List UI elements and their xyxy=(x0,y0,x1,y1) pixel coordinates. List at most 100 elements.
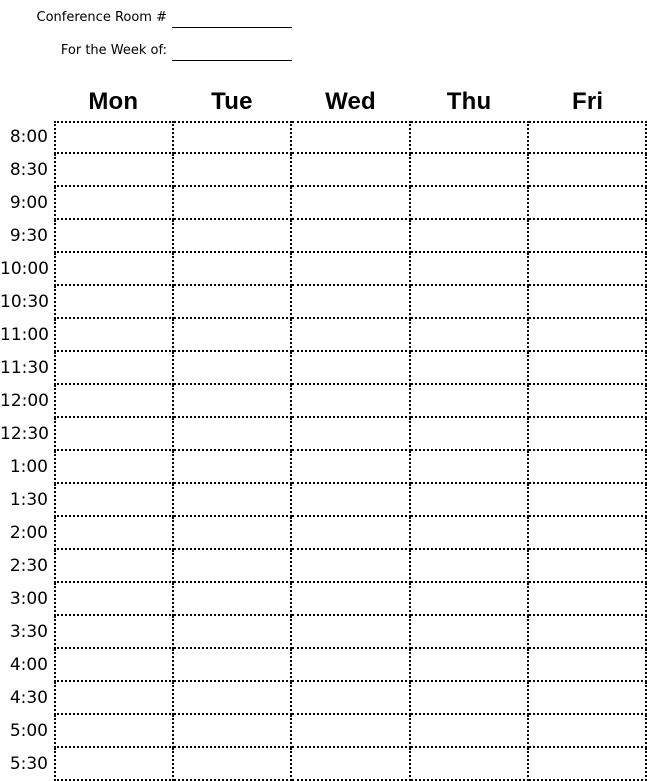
schedule-cell-mon-300[interactable] xyxy=(54,583,175,616)
schedule-cell-tue-800[interactable] xyxy=(174,121,293,154)
schedule-cell-fri-430[interactable] xyxy=(528,682,647,715)
schedule-cell-tue-900[interactable] xyxy=(174,187,293,220)
schedule-cell-fri-200[interactable] xyxy=(528,517,647,550)
schedule-cell-wed-1230[interactable] xyxy=(292,418,411,451)
schedule-cell-fri-400[interactable] xyxy=(528,649,647,682)
schedule-cell-tue-130[interactable] xyxy=(174,484,293,517)
schedule-cell-wed-230[interactable] xyxy=(292,550,411,583)
schedule-cell-mon-100[interactable] xyxy=(54,451,175,484)
schedule-cell-wed-200[interactable] xyxy=(292,517,411,550)
schedule-cell-tue-330[interactable] xyxy=(174,616,293,649)
schedule-cell-fri-1030[interactable] xyxy=(528,286,647,319)
schedule-cell-tue-500[interactable] xyxy=(174,715,293,748)
schedule-cell-thu-1130[interactable] xyxy=(410,352,529,385)
schedule-cell-mon-900[interactable] xyxy=(54,187,175,220)
schedule-cell-thu-230[interactable] xyxy=(410,550,529,583)
schedule-cell-thu-930[interactable] xyxy=(410,220,529,253)
schedule-cell-wed-300[interactable] xyxy=(292,583,411,616)
schedule-cell-fri-1200[interactable] xyxy=(528,385,647,418)
schedule-cell-mon-1000[interactable] xyxy=(54,253,175,286)
schedule-cell-tue-930[interactable] xyxy=(174,220,293,253)
schedule-cell-fri-830[interactable] xyxy=(528,154,647,187)
schedule-cell-fri-130[interactable] xyxy=(528,484,647,517)
schedule-cell-mon-330[interactable] xyxy=(54,616,175,649)
schedule-cell-fri-500[interactable] xyxy=(528,715,647,748)
schedule-cell-mon-830[interactable] xyxy=(54,154,175,187)
schedule-cell-mon-930[interactable] xyxy=(54,220,175,253)
schedule-cell-mon-1230[interactable] xyxy=(54,418,175,451)
schedule-cell-wed-400[interactable] xyxy=(292,649,411,682)
schedule-cell-fri-1230[interactable] xyxy=(528,418,647,451)
schedule-cell-mon-800[interactable] xyxy=(54,121,175,154)
schedule-cell-wed-1000[interactable] xyxy=(292,253,411,286)
schedule-cell-thu-530[interactable] xyxy=(410,748,529,781)
schedule-cell-mon-430[interactable] xyxy=(54,682,175,715)
schedule-cell-fri-1000[interactable] xyxy=(528,253,647,286)
schedule-cell-fri-530[interactable] xyxy=(528,748,647,781)
schedule-cell-wed-800[interactable] xyxy=(292,121,411,154)
schedule-cell-tue-1100[interactable] xyxy=(174,319,293,352)
schedule-cell-thu-100[interactable] xyxy=(410,451,529,484)
schedule-cell-wed-1200[interactable] xyxy=(292,385,411,418)
schedule-cell-mon-400[interactable] xyxy=(54,649,175,682)
schedule-cell-thu-130[interactable] xyxy=(410,484,529,517)
schedule-cell-wed-100[interactable] xyxy=(292,451,411,484)
schedule-cell-fri-930[interactable] xyxy=(528,220,647,253)
schedule-cell-thu-430[interactable] xyxy=(410,682,529,715)
schedule-cell-mon-130[interactable] xyxy=(54,484,175,517)
schedule-cell-thu-1030[interactable] xyxy=(410,286,529,319)
schedule-cell-tue-830[interactable] xyxy=(174,154,293,187)
schedule-cell-tue-230[interactable] xyxy=(174,550,293,583)
schedule-cell-fri-330[interactable] xyxy=(528,616,647,649)
schedule-cell-tue-1030[interactable] xyxy=(174,286,293,319)
schedule-cell-wed-1100[interactable] xyxy=(292,319,411,352)
schedule-cell-tue-200[interactable] xyxy=(174,517,293,550)
schedule-cell-fri-100[interactable] xyxy=(528,451,647,484)
week-of-input[interactable] xyxy=(172,44,292,61)
schedule-cell-wed-1030[interactable] xyxy=(292,286,411,319)
schedule-cell-fri-300[interactable] xyxy=(528,583,647,616)
schedule-cell-tue-1130[interactable] xyxy=(174,352,293,385)
schedule-cell-mon-200[interactable] xyxy=(54,517,175,550)
schedule-cell-fri-230[interactable] xyxy=(528,550,647,583)
schedule-cell-thu-330[interactable] xyxy=(410,616,529,649)
schedule-cell-tue-430[interactable] xyxy=(174,682,293,715)
schedule-cell-mon-1100[interactable] xyxy=(54,319,175,352)
schedule-cell-fri-1100[interactable] xyxy=(528,319,647,352)
schedule-cell-wed-130[interactable] xyxy=(292,484,411,517)
schedule-cell-thu-830[interactable] xyxy=(410,154,529,187)
schedule-cell-wed-330[interactable] xyxy=(292,616,411,649)
schedule-cell-wed-500[interactable] xyxy=(292,715,411,748)
schedule-cell-thu-400[interactable] xyxy=(410,649,529,682)
schedule-cell-wed-430[interactable] xyxy=(292,682,411,715)
schedule-cell-wed-930[interactable] xyxy=(292,220,411,253)
schedule-cell-wed-530[interactable] xyxy=(292,748,411,781)
schedule-cell-wed-1130[interactable] xyxy=(292,352,411,385)
schedule-cell-mon-530[interactable] xyxy=(54,748,175,781)
schedule-cell-tue-1200[interactable] xyxy=(174,385,293,418)
schedule-cell-mon-1130[interactable] xyxy=(54,352,175,385)
schedule-cell-wed-830[interactable] xyxy=(292,154,411,187)
schedule-cell-fri-900[interactable] xyxy=(528,187,647,220)
schedule-cell-tue-300[interactable] xyxy=(174,583,293,616)
schedule-cell-mon-500[interactable] xyxy=(54,715,175,748)
schedule-cell-thu-1000[interactable] xyxy=(410,253,529,286)
schedule-cell-tue-400[interactable] xyxy=(174,649,293,682)
conference-room-input[interactable] xyxy=(172,11,292,28)
schedule-cell-thu-900[interactable] xyxy=(410,187,529,220)
schedule-cell-mon-1030[interactable] xyxy=(54,286,175,319)
schedule-cell-thu-200[interactable] xyxy=(410,517,529,550)
schedule-cell-mon-230[interactable] xyxy=(54,550,175,583)
schedule-cell-thu-500[interactable] xyxy=(410,715,529,748)
schedule-cell-thu-1230[interactable] xyxy=(410,418,529,451)
schedule-cell-mon-1200[interactable] xyxy=(54,385,175,418)
schedule-cell-thu-800[interactable] xyxy=(410,121,529,154)
schedule-cell-thu-1200[interactable] xyxy=(410,385,529,418)
schedule-cell-thu-300[interactable] xyxy=(410,583,529,616)
schedule-cell-fri-800[interactable] xyxy=(528,121,647,154)
schedule-cell-tue-1000[interactable] xyxy=(174,253,293,286)
schedule-cell-thu-1100[interactable] xyxy=(410,319,529,352)
schedule-cell-tue-100[interactable] xyxy=(174,451,293,484)
schedule-cell-fri-1130[interactable] xyxy=(528,352,647,385)
schedule-cell-tue-1230[interactable] xyxy=(174,418,293,451)
